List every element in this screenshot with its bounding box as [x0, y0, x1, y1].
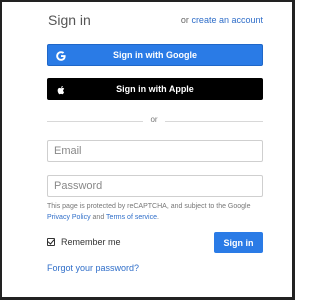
- divider-line-left: [47, 121, 143, 122]
- apple-button-label: Sign in with Apple: [116, 84, 194, 94]
- signin-panel: Sign in or create an account Sign in wit…: [47, 2, 263, 302]
- divider-line-right: [165, 121, 263, 122]
- remember-me-checkbox[interactable]: [47, 238, 55, 246]
- email-field[interactable]: [47, 140, 263, 162]
- password-field[interactable]: [47, 175, 263, 197]
- divider-or-text: or: [150, 115, 158, 124]
- sign-in-with-apple-button[interactable]: Sign in with Apple: [47, 78, 263, 100]
- notice-and: and: [92, 214, 105, 221]
- page-title: Sign in: [48, 12, 91, 28]
- create-account-line: or create an account: [181, 15, 263, 25]
- sign-in-button[interactable]: Sign in: [214, 232, 263, 253]
- terms-of-service-link[interactable]: Terms of service: [106, 214, 157, 221]
- or-divider: or: [47, 115, 263, 124]
- forgot-password-link[interactable]: Forgot your password?: [47, 263, 139, 273]
- google-icon: [55, 50, 67, 62]
- remember-me-label: Remember me: [61, 237, 121, 247]
- or-text: or: [180, 15, 189, 25]
- create-account-link[interactable]: create an account: [191, 15, 263, 25]
- sign-in-with-google-button[interactable]: Sign in with Google: [47, 44, 263, 66]
- privacy-policy-link[interactable]: Privacy Policy: [47, 214, 91, 221]
- recaptcha-notice: This page is protected by reCAPTCHA, and…: [47, 201, 265, 223]
- signin-window-frame: Sign in or create an account Sign in wit…: [0, 0, 295, 300]
- notice-suffix: .: [157, 214, 159, 221]
- apple-icon: [55, 84, 67, 96]
- notice-prefix: This page is protected by reCAPTCHA, and…: [47, 203, 251, 210]
- remember-me-row[interactable]: Remember me: [47, 237, 121, 247]
- google-button-label: Sign in with Google: [113, 50, 197, 60]
